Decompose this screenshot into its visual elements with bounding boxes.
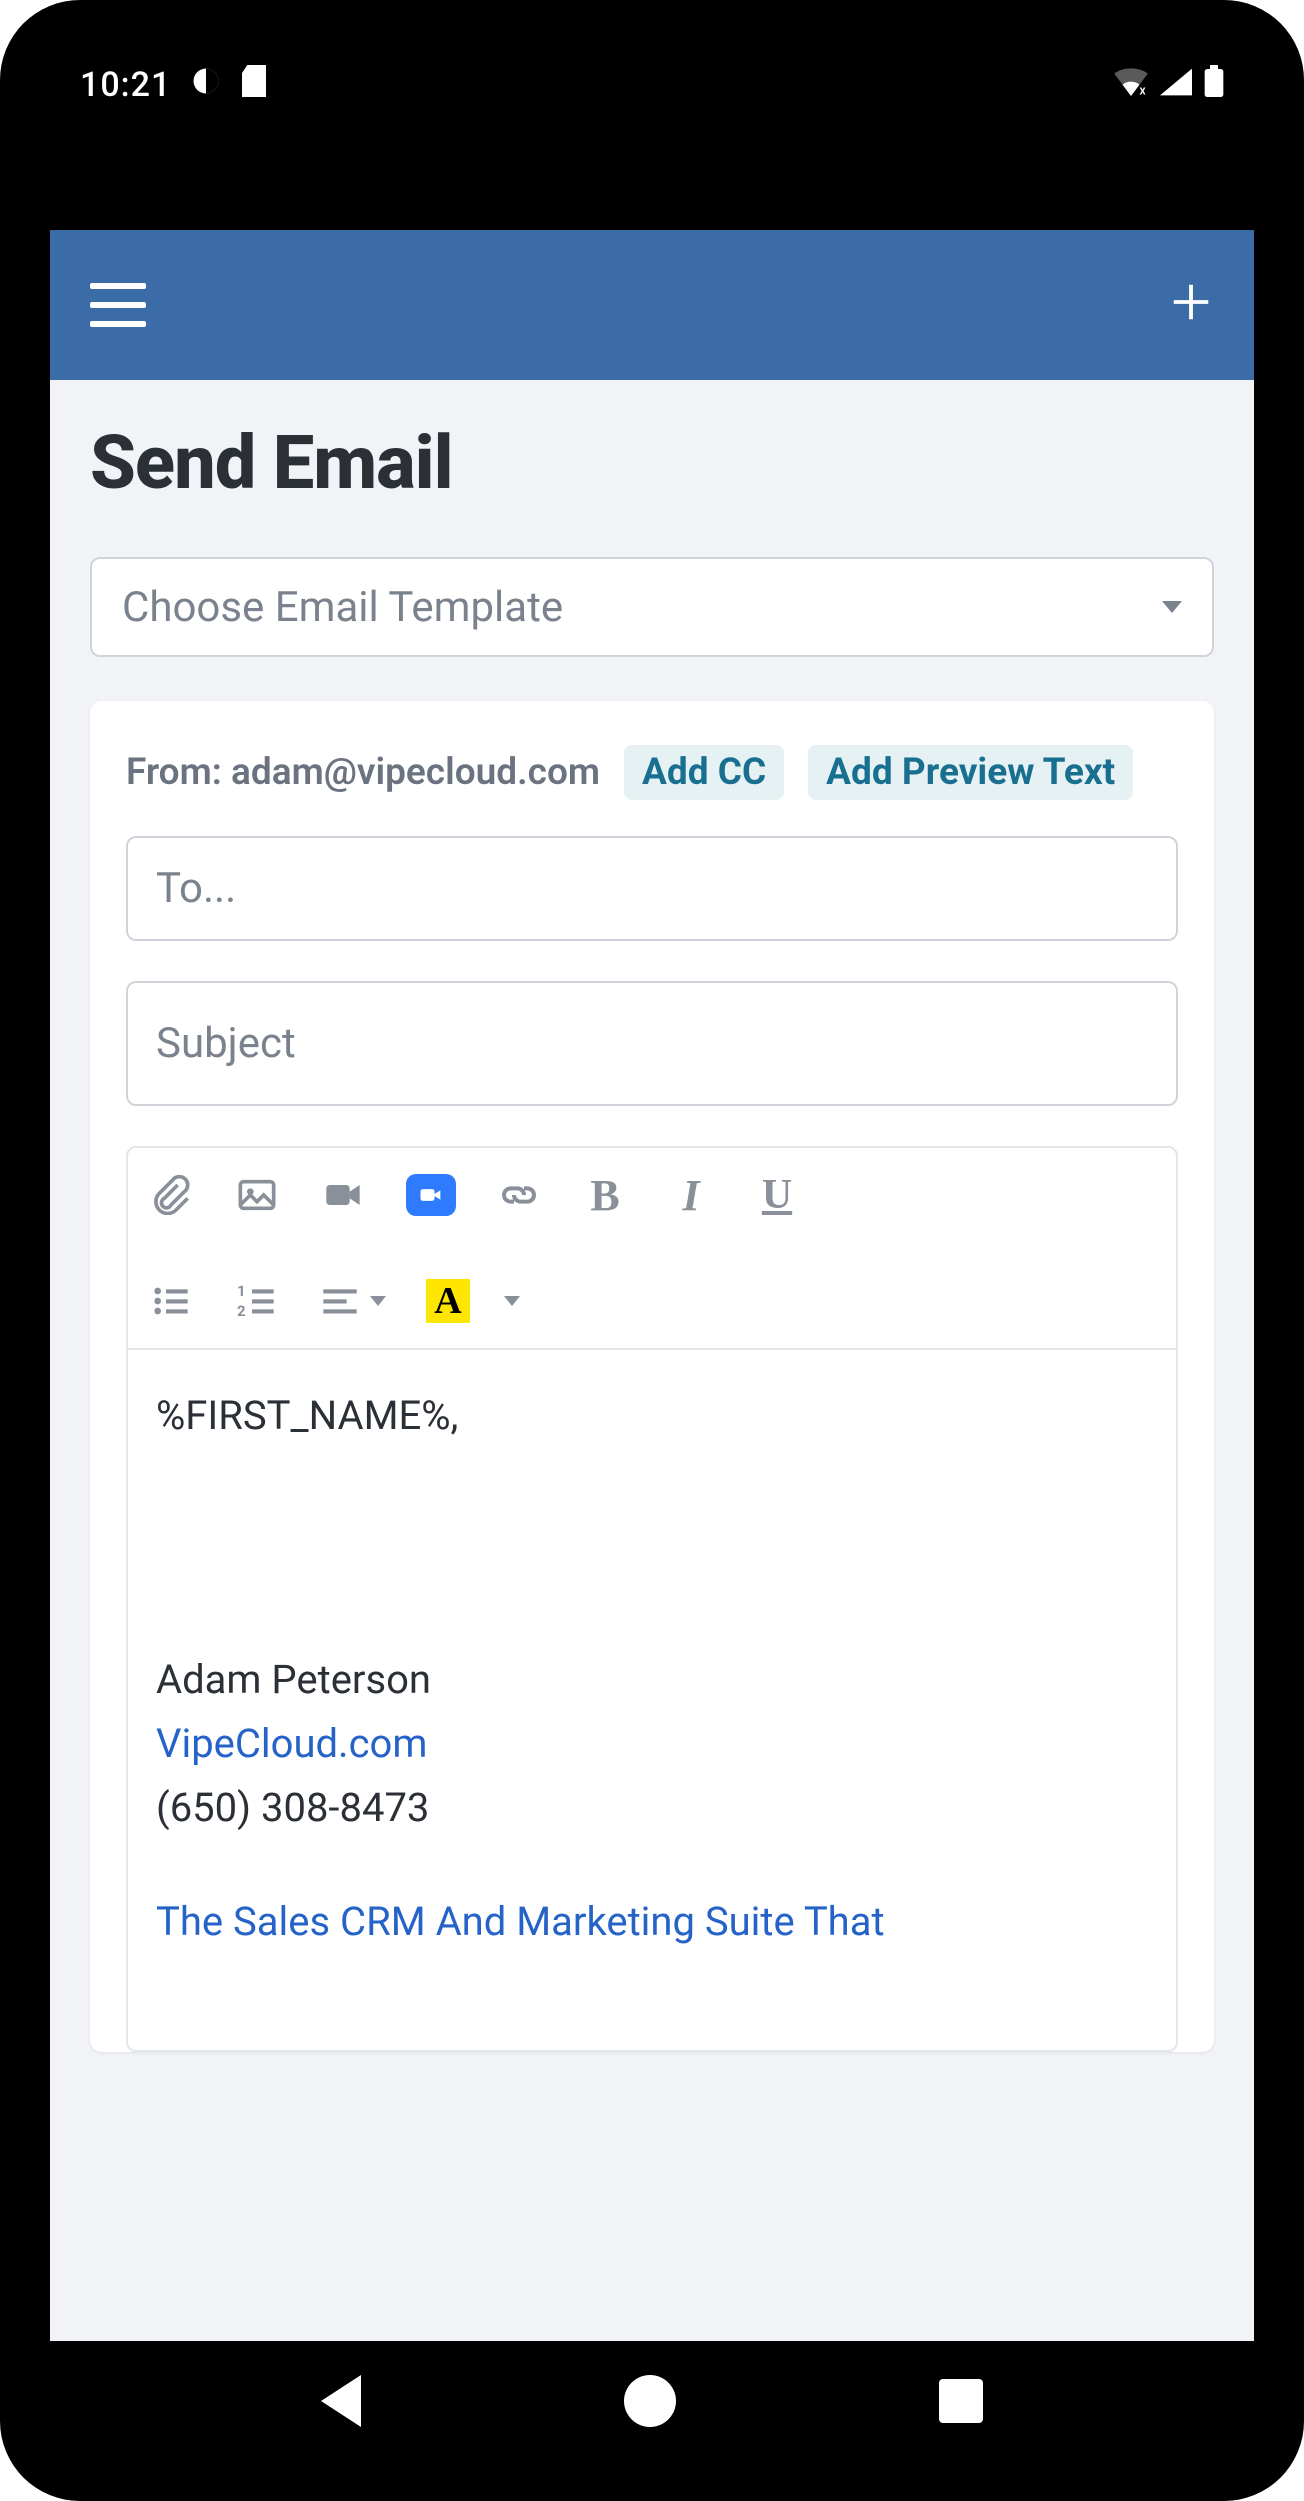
nav-back-button[interactable]: [321, 2375, 361, 2427]
italic-button[interactable]: I: [668, 1172, 714, 1218]
align-button[interactable]: [320, 1278, 386, 1324]
chevron-down-icon: [504, 1296, 520, 1306]
chevron-down-icon: [1162, 601, 1182, 613]
svg-text:1: 1: [237, 1282, 246, 1300]
attachment-icon[interactable]: [148, 1172, 194, 1218]
app-bar: [50, 230, 1254, 380]
zoom-meeting-icon[interactable]: [406, 1174, 456, 1216]
screen: 10:21 x: [30, 40, 1274, 2461]
add-preview-text-button[interactable]: Add Preview Text: [808, 745, 1133, 800]
content: Send Email Choose Email Template From: a…: [50, 380, 1254, 2052]
status-bar: 10:21 x: [30, 40, 1274, 130]
template-select[interactable]: Choose Email Template: [90, 557, 1214, 657]
video-icon[interactable]: [320, 1172, 366, 1218]
device-frame: 10:21 x: [0, 0, 1304, 2501]
editor: B I U 12: [126, 1146, 1178, 2052]
sd-card-icon: [241, 65, 267, 105]
signature-link[interactable]: VipeCloud.com: [156, 1712, 1148, 1776]
battery-icon: [1204, 65, 1224, 105]
editor-toolbar: B I U 12: [128, 1148, 1176, 1350]
svg-text:2: 2: [237, 1302, 246, 1320]
svg-text:x: x: [1139, 84, 1146, 96]
subject-field[interactable]: Subject: [126, 981, 1178, 1106]
status-time: 10:21: [80, 65, 171, 105]
template-select-label: Choose Email Template: [122, 583, 563, 632]
from-label: From: adam@vipecloud.com: [126, 751, 600, 794]
editor-body[interactable]: %FIRST_NAME%, Adam Peterson VipeCloud.co…: [128, 1350, 1176, 2050]
font-color-button[interactable]: A: [426, 1278, 520, 1324]
underline-button[interactable]: U: [754, 1172, 800, 1218]
page-title: Send Email: [90, 420, 1214, 507]
bold-button[interactable]: B: [582, 1172, 628, 1218]
compose-card: From: adam@vipecloud.com Add CC Add Prev…: [90, 701, 1214, 2052]
menu-button[interactable]: [90, 283, 146, 327]
nav-home-button[interactable]: [624, 2375, 676, 2427]
body-greeting: %FIRST_NAME%,: [156, 1384, 1148, 1448]
numbered-list-icon[interactable]: 12: [234, 1278, 280, 1324]
android-nav-bar: [30, 2341, 1274, 2461]
image-icon[interactable]: [234, 1172, 280, 1218]
cell-signal-icon: [1160, 66, 1192, 104]
status-app-icon: [191, 66, 221, 104]
from-email: adam@vipecloud.com: [231, 751, 600, 794]
signature-phone: (650) 308-8473: [156, 1776, 1148, 1840]
link-icon[interactable]: [496, 1172, 542, 1218]
to-field[interactable]: To...: [126, 836, 1178, 941]
add-cc-button[interactable]: Add CC: [624, 745, 784, 800]
font-color-swatch: A: [426, 1279, 470, 1323]
nav-recent-button[interactable]: [939, 2379, 983, 2423]
wifi-icon: x: [1114, 66, 1148, 104]
chevron-down-icon: [370, 1296, 386, 1306]
add-button[interactable]: [1168, 275, 1214, 335]
from-row: From: adam@vipecloud.com Add CC Add Prev…: [126, 745, 1178, 800]
signature-name: Adam Peterson: [156, 1648, 1148, 1712]
app-area: Send Email Choose Email Template From: a…: [50, 230, 1254, 2341]
signature-tagline[interactable]: The Sales CRM And Marketing Suite That: [156, 1890, 1148, 1954]
bullet-list-icon[interactable]: [148, 1278, 194, 1324]
